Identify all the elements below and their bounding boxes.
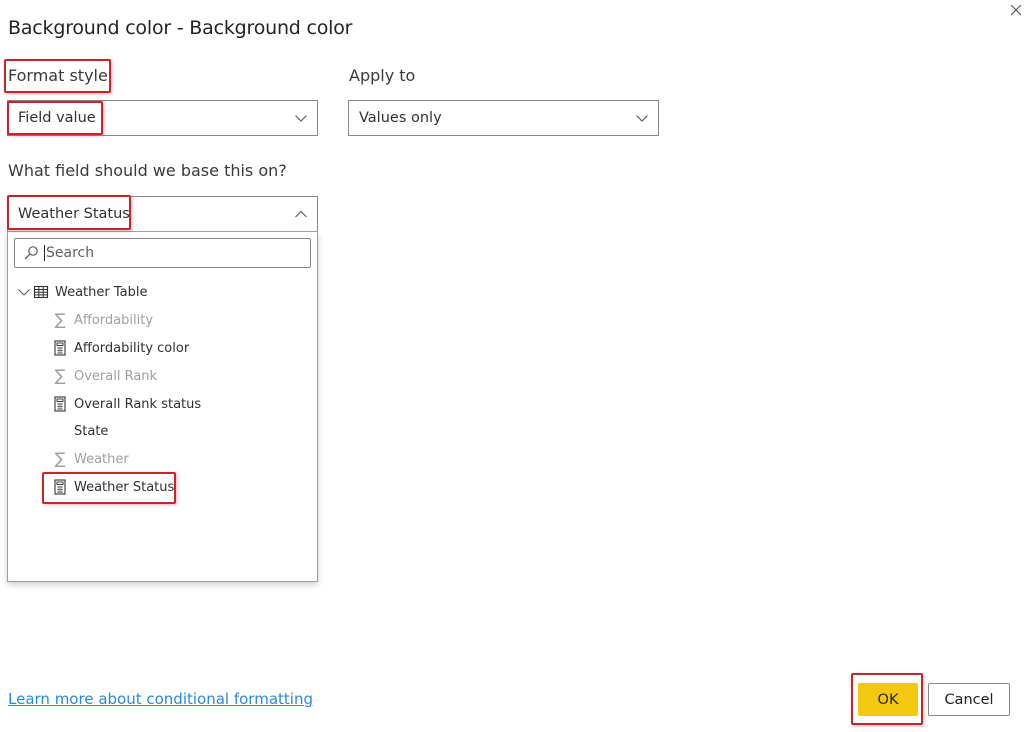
calculator-icon <box>54 340 66 356</box>
tree-node-weather-table[interactable]: Weather Table <box>17 280 148 304</box>
apply-to-dropdown[interactable]: Values only <box>348 100 659 136</box>
field-item-state[interactable]: State <box>74 419 108 443</box>
sigma-icon: ∑ <box>54 449 66 468</box>
field-item-weather-status[interactable]: Weather Status <box>52 475 174 499</box>
search-placeholder: Search <box>46 245 95 261</box>
field-item-affordability: ∑ Affordability <box>52 308 153 332</box>
chevron-down-icon[interactable] <box>17 285 31 299</box>
text-cursor <box>44 245 45 261</box>
learn-more-link[interactable]: Learn more about conditional formatting <box>8 690 313 708</box>
sigma-icon: ∑ <box>54 366 66 385</box>
field-label: Affordability color <box>74 340 190 356</box>
field-label: Overall Rank status <box>74 396 202 412</box>
field-label: Weather Status <box>74 479 175 495</box>
field-item-weather: ∑ Weather <box>52 447 129 471</box>
field-item-affordability-color[interactable]: Affordability color <box>52 336 189 360</box>
field-label: Affordability <box>74 312 154 328</box>
close-icon[interactable] <box>1008 2 1024 18</box>
calculator-icon <box>54 479 66 495</box>
field-item-overall-rank: ∑ Overall Rank <box>52 364 157 388</box>
search-input[interactable]: Search <box>14 238 311 268</box>
dialog-title: Background color - Background color <box>8 17 353 39</box>
format-style-value: Field value <box>18 110 96 126</box>
field-picker-panel: Search Weather Table ∑ Affordability Aff… <box>7 231 318 582</box>
cancel-button[interactable]: Cancel <box>928 683 1010 716</box>
sigma-icon: ∑ <box>54 310 66 329</box>
calculator-icon <box>54 396 66 412</box>
field-label: Weather <box>74 451 129 467</box>
apply-to-label: Apply to <box>349 66 416 85</box>
table-icon <box>33 285 49 299</box>
format-style-dropdown[interactable]: Field value <box>7 100 318 136</box>
base-field-value: Weather Status <box>18 206 130 222</box>
apply-to-value: Values only <box>359 110 442 126</box>
search-icon <box>24 246 38 260</box>
ok-button[interactable]: OK <box>858 683 918 716</box>
field-label: Overall Rank <box>74 368 158 384</box>
chevron-down-icon <box>636 115 648 122</box>
table-name: Weather Table <box>55 284 148 300</box>
chevron-down-icon <box>295 115 307 122</box>
field-label: State <box>74 423 109 439</box>
base-field-label: What field should we base this on? <box>8 161 287 180</box>
format-style-label: Format style <box>8 66 108 85</box>
chevron-up-icon <box>295 210 307 218</box>
field-item-overall-rank-status[interactable]: Overall Rank status <box>52 392 201 416</box>
base-field-dropdown[interactable]: Weather Status <box>7 196 318 232</box>
